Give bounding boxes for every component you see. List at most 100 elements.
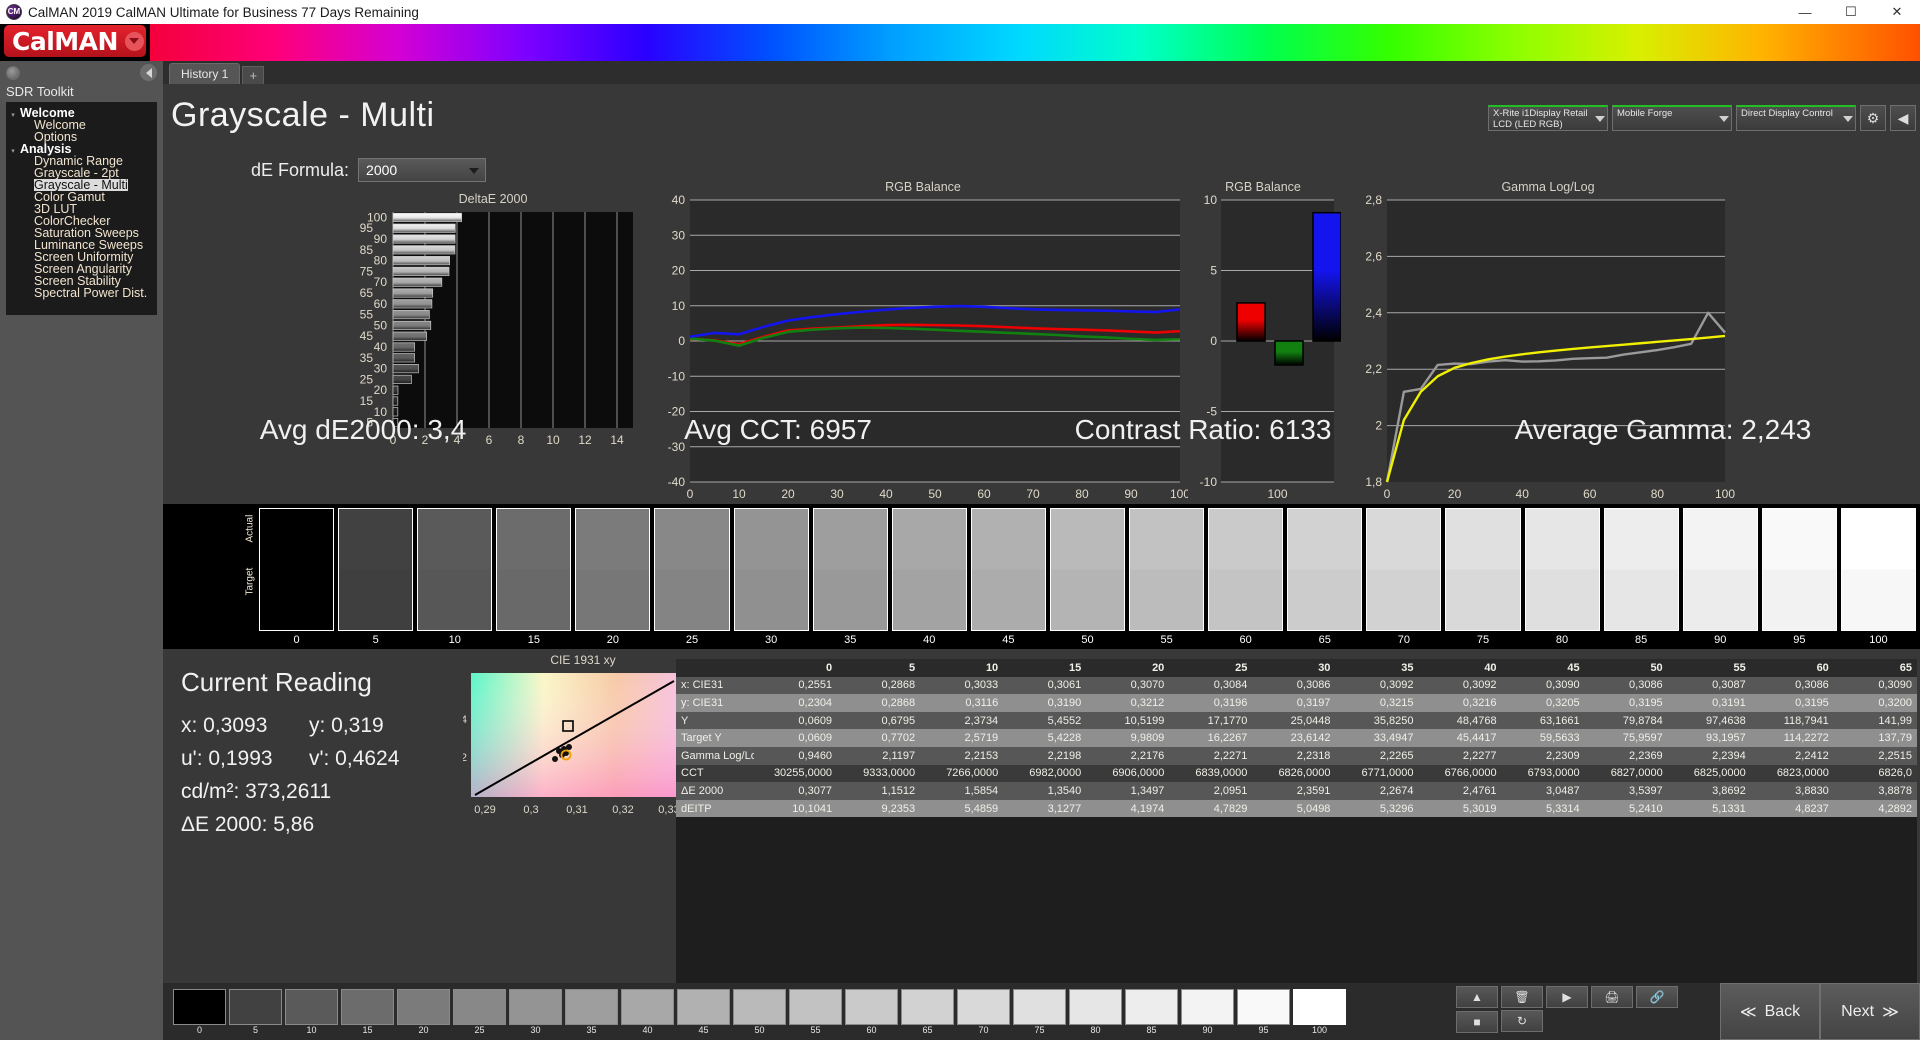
- patch-85[interactable]: 85: [1603, 508, 1679, 646]
- table-row-header: y: CIE31: [681, 696, 724, 709]
- table-cell: 3,8830: [1795, 784, 1829, 797]
- bottom-patch-label: 10: [306, 1024, 317, 1035]
- table-cell: 0,2868: [881, 696, 916, 709]
- svg-text:80: 80: [374, 254, 388, 268]
- table-col-header-35[interactable]: 35: [1335, 659, 1418, 677]
- table-row[interactable]: y: CIE31 0,2304 0,2868 0,3116 0,3190 0,3212 0,…: [676, 694, 1917, 712]
- patch-95[interactable]: 95: [1761, 508, 1837, 646]
- table-col-header-15[interactable]: 15: [1003, 659, 1086, 677]
- patch-35[interactable]: 35: [812, 508, 888, 646]
- sidebar-item-color-gamut[interactable]: Color Gamut: [6, 191, 157, 204]
- bottom-patch-35[interactable]: 35: [565, 988, 618, 1035]
- bottom-patch-50[interactable]: 50: [733, 988, 786, 1035]
- calman-logo-button[interactable]: CalMAN: [4, 25, 146, 57]
- de-formula-select[interactable]: 2000: [358, 158, 487, 182]
- add-tab-button[interactable]: +: [242, 66, 265, 84]
- bottom-patch-15[interactable]: 15: [341, 988, 394, 1035]
- patch-20[interactable]: 20: [575, 508, 651, 646]
- table-col-header-55[interactable]: 55: [1668, 659, 1751, 677]
- bottom-patch-25[interactable]: 25: [453, 988, 506, 1035]
- patch-55[interactable]: 55: [1129, 508, 1205, 646]
- minimize-button[interactable]: —: [1782, 0, 1828, 24]
- sidebar-menu-dot-icon[interactable]: [6, 65, 20, 80]
- bottom-patch-60[interactable]: 60: [845, 988, 898, 1035]
- close-button[interactable]: ✕: [1874, 0, 1920, 24]
- bottom-patch-40[interactable]: 40: [621, 988, 674, 1035]
- patch-60[interactable]: 60: [1208, 508, 1284, 646]
- bottom-patch-75[interactable]: 75: [1013, 988, 1066, 1035]
- table-col-header-25[interactable]: 25: [1169, 659, 1252, 677]
- table-row[interactable]: CCT 30255,0000 9333,0000 7266,0000 6982,0000…: [676, 764, 1917, 783]
- table-col-header-40[interactable]: 40: [1419, 659, 1502, 677]
- bottom-patch-85[interactable]: 85: [1125, 988, 1178, 1035]
- bottom-patch-5[interactable]: 5: [229, 988, 282, 1035]
- bottom-patch-100[interactable]: 100: [1293, 988, 1346, 1035]
- table-row[interactable]: Y 0,0609 0,6795 2,3734 5,4552 10,5199 17,1770 2…: [676, 711, 1917, 730]
- link-icon[interactable]: 🔗: [1636, 986, 1678, 1008]
- patch-40[interactable]: 40: [891, 508, 967, 646]
- table-cell: 45,4417: [1456, 732, 1497, 745]
- maximize-button[interactable]: ☐: [1828, 0, 1874, 24]
- patch-30[interactable]: 30: [733, 508, 809, 646]
- table-col-header-30[interactable]: 30: [1252, 659, 1335, 677]
- patch-50[interactable]: 50: [1049, 508, 1126, 646]
- chevron-left-icon: ≪: [1739, 1003, 1757, 1021]
- patch-80[interactable]: 80: [1524, 508, 1600, 646]
- dropdown-caret-icon[interactable]: [124, 31, 144, 51]
- bottom-patch-65[interactable]: 65: [901, 988, 954, 1035]
- patch-90[interactable]: 90: [1682, 508, 1758, 646]
- bottom-patch-70[interactable]: 70: [957, 988, 1010, 1035]
- sidebar-item-welcome[interactable]: Welcome: [6, 119, 157, 132]
- collapse-sidebar-icon[interactable]: [140, 64, 157, 81]
- table-col-header-5[interactable]: 5: [837, 659, 920, 677]
- svg-text:2,4: 2,4: [1365, 306, 1382, 320]
- arrow-up-icon[interactable]: ▲: [1456, 986, 1498, 1008]
- print-icon[interactable]: 🖨: [1591, 986, 1633, 1008]
- patch-75[interactable]: 75: [1445, 508, 1521, 646]
- sidebar-item-spectral-power-dist[interactable]: Spectral Power Dist.: [6, 287, 157, 300]
- patch-70[interactable]: 70: [1366, 508, 1442, 646]
- table-col-header-50[interactable]: 50: [1585, 659, 1668, 677]
- back-button[interactable]: ≪ Back: [1720, 983, 1820, 1040]
- table-col-header-10[interactable]: 10: [920, 659, 1003, 677]
- bottom-patch-label: 55: [810, 1024, 821, 1035]
- table-row[interactable]: Target Y 0,0609 0,7702 2,5719 5,4228 9,9809 16…: [676, 729, 1917, 747]
- stop-square-icon[interactable]: ■: [1456, 1011, 1498, 1033]
- bottom-patch-80[interactable]: 80: [1069, 988, 1122, 1035]
- bottom-patch-30[interactable]: 30: [509, 988, 562, 1035]
- table-cell: 114,2272: [1783, 732, 1829, 745]
- table-col-header-0[interactable]: 0: [754, 659, 837, 677]
- bottom-patch-20[interactable]: 20: [397, 988, 450, 1035]
- bottom-patch-95[interactable]: 95: [1237, 988, 1290, 1035]
- table-col-header-20[interactable]: 20: [1086, 659, 1169, 677]
- patch-15[interactable]: 15: [496, 508, 572, 646]
- next-button[interactable]: Next ≫: [1820, 983, 1920, 1040]
- bottom-patch-45[interactable]: 45: [677, 988, 730, 1035]
- patch-0[interactable]: 0: [259, 508, 335, 646]
- bottom-patch-0[interactable]: 0: [173, 988, 226, 1035]
- patch-45[interactable]: 45: [970, 508, 1046, 646]
- table-col-header-45[interactable]: 45: [1502, 659, 1585, 677]
- table-cell: 23,6142: [1290, 732, 1331, 745]
- patch-5[interactable]: 5: [338, 508, 414, 646]
- table-col-header-60[interactable]: 60: [1751, 659, 1834, 677]
- table-row[interactable]: ΔE 2000 0,3077 1,1512 1,5854 1,3540 1,3497 2,0…: [676, 782, 1917, 800]
- table-cell: 35,8250: [1373, 714, 1414, 727]
- bottom-patch-10[interactable]: 10: [285, 988, 338, 1035]
- table-col-header-65[interactable]: 65: [1834, 659, 1917, 677]
- table-row[interactable]: Gamma Log/Log 0,9460 2,1197 2,2153 2,2198 2,2…: [676, 746, 1917, 765]
- play-icon[interactable]: ▶: [1546, 986, 1588, 1008]
- trash-icon[interactable]: 🗑: [1501, 986, 1543, 1008]
- table-row[interactable]: dEITP 10,1041 9,2353 5,4859 3,1277 4,1974 4,78…: [676, 799, 1917, 818]
- table-row[interactable]: x: CIE31 0,2551 0,2868 0,3033 0,3061 0,3070 0,…: [676, 676, 1917, 695]
- bottom-patch-55[interactable]: 55: [789, 988, 842, 1035]
- patch-level-label: 80: [1555, 634, 1569, 646]
- patch-65[interactable]: 65: [1287, 508, 1363, 646]
- bottom-patch-90[interactable]: 90: [1181, 988, 1234, 1035]
- tab-history-1[interactable]: History 1: [169, 63, 241, 84]
- patch-10[interactable]: 10: [417, 508, 493, 646]
- svg-text:0,32: 0,32: [463, 752, 467, 764]
- patch-25[interactable]: 25: [654, 508, 730, 646]
- patch-100[interactable]: 100: [1840, 508, 1916, 646]
- refresh-icon[interactable]: ↻: [1501, 1010, 1543, 1032]
